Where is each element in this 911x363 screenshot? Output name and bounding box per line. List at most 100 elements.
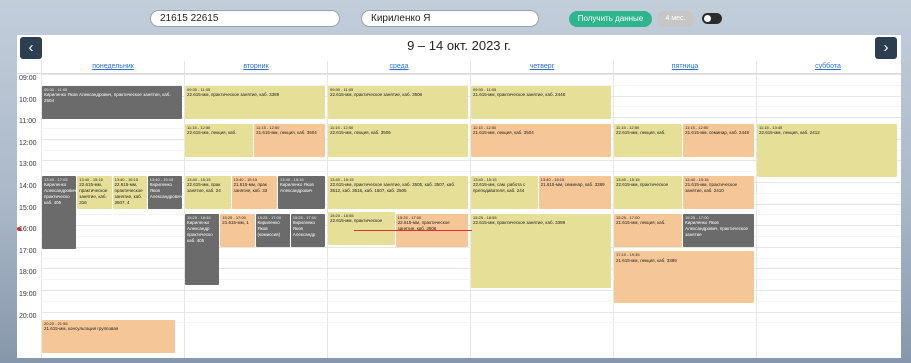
event-fri-1[interactable]: 11:15 - 12:50 22.615-мм, лекция, каб. [614,123,683,157]
hour-label: 14:00 [19,183,37,190]
event-fri-5[interactable]: 15:25 - 17:00 21.615-мм, лекция, каб. [614,213,683,247]
event-mon-1[interactable]: 09:30 - 11:05 Кириленко Яков Александрови… [42,85,182,119]
months-button[interactable]: 4 мес. [657,11,694,27]
event-text: Кириленко Яков (комиссия) [257,220,281,238]
current-time-dot [17,227,21,231]
day-header-0[interactable]: понедельник [41,61,184,74]
day-header-3[interactable]: четверг [470,61,613,74]
event-mon-6[interactable]: 20:20 - 21:55 21.615-мм, консультация гру… [42,319,175,353]
event-text: 21.615-мм, 1 [222,220,249,226]
hour-label: 19:00 [19,291,37,298]
event-text: 22.615-мм, лекция, каб. [187,130,237,136]
hour-label: 13:00 [19,161,37,169]
event-text: Кириленко Яков Александрович [280,182,314,194]
next-week-button[interactable]: › [875,37,897,59]
event-text: Кириленко Яков Александрович, практическ… [44,92,171,104]
event-text: 21.615-мм, практическое занятие, каб. 24… [473,92,566,98]
hour-label: 17:00 [19,247,37,255]
event-thu-5[interactable]: 15:25 - 18:55 22.615-мм, практическое зан… [471,213,611,289]
event-text: 21.615-мм, лекция, каб. 3389 [616,257,677,263]
event-text: 22.615-мм, практическое занятие, каб. 35… [330,92,423,98]
event-tue-3[interactable]: 11:15 - 12:50 21.615-мм, лекция, каб. 350… [254,123,325,157]
hour-label: 16:00 [19,226,37,234]
event-thu-4[interactable]: 13:40 - 15:15 21.615-мм, семинар, каб. 33… [538,175,611,209]
event-wed-1[interactable]: 09:30 - 11:05 22.615-мм, практическое зан… [328,85,468,119]
event-text: 21.615-мм, прак занятие, каб. 33 [233,182,268,194]
event-tue-10[interactable]: 15:25 - 17:00 Кириленко Яков Александр [290,213,325,247]
calendar-title: 9 – 14 окт. 2023 г. [407,38,511,53]
event-wed-4[interactable]: 15:20 - 16:55 22.615-мм, практическое [328,211,395,245]
event-text: 21.615-мм, лекция, каб. 3504 [473,130,534,136]
event-thu-2[interactable]: 11:15 - 12:50 21.615-мм, лекция, каб. 350… [471,123,611,157]
half-hour-line [41,300,901,302]
event-text: 22.615-мм, сам. работа с преподавателя, … [473,182,526,194]
day-header-4[interactable]: пятница [613,61,756,74]
event-text: 21.615-мм, семинар, каб. 3389 [540,182,605,188]
group-input[interactable]: 21615 22615 [150,10,340,27]
event-tue-8[interactable]: 15:25 - 17:00 21.615-мм, 1 [220,213,255,247]
event-text: 22.615-мм, прак занятие, каб. 24 [187,182,221,194]
event-tue-1[interactable]: 09:30 - 11:05 22.615-мм, практическое зан… [185,85,325,119]
prev-week-button[interactable]: ‹ [20,37,42,59]
event-text: 22.615-мм, лекция, каб. 2412 [759,130,820,136]
hour-label: 11:00 [19,118,36,126]
event-fri-3[interactable]: 13:40 - 15:15 22.615-мм, практическое [614,175,683,209]
event-mon-5[interactable]: 13:40 - 15:15 Кириленко Яков Александрови… [147,175,182,209]
event-text: 22.615-мм, практическое [330,218,383,224]
hour-line [41,74,901,75]
day-header-1[interactable]: вторник [184,61,327,74]
event-fri-2[interactable]: 11:15 - 12:50 21.615-мм, семинар, каб. 24… [683,123,754,157]
event-wed-3[interactable]: 13:40 - 15:15 22.615-мм, практическое зан… [328,175,468,209]
hour-line [41,311,901,313]
toolbar: 21615 22615 Кириленко Я Получить данные … [0,0,911,34]
toggle-knob [704,15,711,22]
event-text: 21.615-мм, практическое занятие, каб. 24… [685,182,738,194]
event-text: Кириленко Яков Александрович [149,182,182,200]
event-tue-7[interactable]: 15:25 - 18:45 Кириленко Александр практич… [185,213,220,285]
event-text: 22.615-мм, практическое занятие, каб. 33… [473,220,566,226]
event-thu-3[interactable]: 13:40 - 15:15 22.615-мм, сам. работа с пр… [471,175,538,209]
event-text: 22.615-мм, практическое занятие, каб. 31… [79,182,108,206]
event-text: 22.615-мм, практическое занятие, каб. 35… [114,182,143,206]
event-tue-9[interactable]: 15:25 - 17:00 Кириленко Яков (комиссия) [255,213,290,247]
hour-label: 18:00 [19,269,37,277]
event-text: Кириленко Яков Александрович, практическ… [685,220,749,238]
event-tue-6[interactable]: 13:40 - 15:15 Кириленко Яков Александрови… [278,175,325,209]
hour-label: 10:00 [19,96,37,104]
hour-label: 12:00 [19,139,37,147]
event-text: 22.615-мм, практическое занятие, каб. 33… [187,92,280,98]
hour-line [41,290,901,291]
calendar: 9 – 14 окт. 2023 г. ‹ › понедельник вторн… [17,35,901,358]
day-header-5[interactable]: суббота [756,61,899,74]
event-fri-4[interactable]: 13:40 - 15:15 21.615-мм, практическое зан… [683,175,754,209]
event-mon-3[interactable]: 13:40 - 15:15 22.615-мм, практическое зан… [77,175,112,209]
event-tue-4[interactable]: 13:40 - 15:15 22.615-мм, прак занятие, ка… [185,175,231,209]
event-text: Кириленко Александрович практическо каб.… [44,182,77,206]
teacher-input[interactable]: Кириленко Я [361,10,539,27]
event-text: Кириленко Яков Александр [292,220,316,238]
event-mon-4[interactable]: 13:40 - 15:15 22.615-мм, практическое зан… [112,175,147,209]
current-time-line [354,230,472,231]
get-data-button[interactable]: Получить данные [569,11,652,27]
event-mon-2[interactable]: 13:40 - 17:05 Кириленко Александрович пра… [42,175,77,249]
event-text: 21.615-мм, семинар, каб. 2448 [685,130,750,136]
hour-label: 09:00 [19,75,37,82]
event-tue-2[interactable]: 11:15 - 12:50 22.615-мм, лекция, каб. [185,123,254,157]
event-fri-6[interactable]: 15:25 - 17:00 Кириленко Яков Александрови… [683,213,754,247]
hour-label: 15:00 [19,204,37,212]
event-text: 22.615-мм, практическое [616,182,669,188]
event-wed-2[interactable]: 11:15 - 12:50 22.615-мм, лекция, каб. 350… [328,123,468,157]
theme-toggle[interactable] [702,13,722,24]
event-fri-7[interactable]: 17:10 - 19:35 21.615-мм, лекция, каб. 338… [614,251,754,303]
event-text: 22.615-мм, лекция, каб. [616,130,666,136]
event-tue-5[interactable]: 13:40 - 15:15 21.615-мм, прак занятие, ка… [231,175,278,209]
event-text: 21.615-мм, лекция, каб. [616,220,666,226]
event-text: 21.615-мм, лекция, каб. 3504 [256,130,317,136]
event-text: 22.615-мм, лекция, каб. 3506 [330,130,391,136]
day-header-2[interactable]: среда [327,61,470,74]
event-text: Кириленко Александр практическо каб. 405 [187,220,213,244]
event-text: 22.615-мм, практическое занятие, каб. 35… [330,182,456,194]
event-thu-1[interactable]: 09:30 - 11:05 21.615-мм, практическое зан… [471,85,611,119]
event-text: 21.615-мм, консультация групповая [44,326,119,332]
event-sat-1[interactable]: 11:15 - 13:45 22.615-мм, лекция, каб. 241… [757,123,897,177]
